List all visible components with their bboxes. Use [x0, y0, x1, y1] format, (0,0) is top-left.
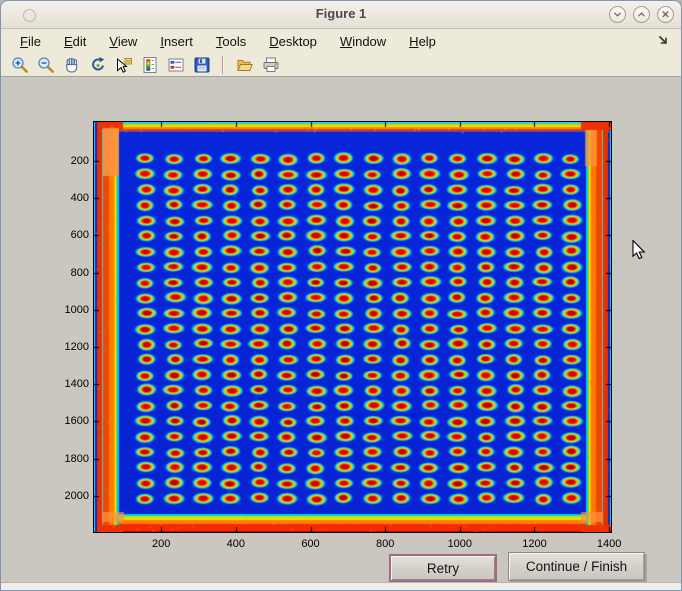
y-tick-label: 800 — [47, 267, 89, 279]
window-controls — [609, 6, 674, 23]
menu-window[interactable]: Window — [335, 32, 391, 51]
retry-button[interactable]: Retry — [389, 554, 497, 582]
pan-icon[interactable] — [62, 55, 81, 74]
figure-image[interactable] — [94, 122, 611, 532]
menu-desktop[interactable]: Desktop — [264, 32, 322, 51]
save-icon[interactable] — [192, 55, 211, 74]
y-tick-label: 600 — [47, 229, 89, 241]
menu-file[interactable]: File — [15, 32, 46, 51]
axes — [93, 121, 612, 533]
continue-finish-button[interactable]: Continue / Finish — [508, 552, 645, 581]
print-icon[interactable] — [261, 55, 280, 74]
rotate-3d-icon[interactable] — [88, 55, 107, 74]
toolbar — [1, 53, 681, 77]
y-tick-label: 1600 — [47, 415, 89, 427]
colorbar-icon[interactable] — [140, 55, 159, 74]
x-tick-label: 400 — [214, 538, 258, 550]
y-tick-label: 400 — [47, 192, 89, 204]
toolbar-separator — [222, 56, 224, 74]
menu-bar: File Edit View Insert Tools Desktop Window Help — [1, 29, 681, 53]
dock-arrow-icon[interactable] — [655, 32, 671, 48]
y-tick-label: 1400 — [47, 378, 89, 390]
close-icon — [658, 7, 673, 22]
window-title: Figure 1 — [1, 6, 681, 21]
x-tick-label: 200 — [139, 538, 183, 550]
title-bar: Figure 1 — [1, 1, 681, 29]
zoom-in-icon[interactable] — [10, 55, 29, 74]
maximize-button[interactable] — [633, 6, 650, 23]
data-cursor-icon[interactable] — [114, 55, 133, 74]
window-bottom-edge — [1, 582, 681, 590]
y-tick-label: 1800 — [47, 453, 89, 465]
figure-window: Figure 1 File Edit View Insert Tools Desktop W… — [0, 0, 682, 591]
x-tick-label: 600 — [289, 538, 333, 550]
x-tick-label: 1400 — [587, 538, 631, 550]
menu-insert[interactable]: Insert — [155, 32, 198, 51]
menu-tools[interactable]: Tools — [211, 32, 251, 51]
chevron-down-icon — [610, 7, 625, 22]
zoom-out-icon[interactable] — [36, 55, 55, 74]
x-tick-label: 1200 — [512, 538, 556, 550]
y-tick-label: 2000 — [47, 490, 89, 502]
chevron-up-icon — [634, 7, 649, 22]
menu-edit[interactable]: Edit — [59, 32, 91, 51]
y-tick-label: 200 — [47, 155, 89, 167]
x-tick-label: 1000 — [438, 538, 482, 550]
y-tick-label: 1000 — [47, 304, 89, 316]
x-tick-label: 800 — [363, 538, 407, 550]
close-button[interactable] — [657, 6, 674, 23]
minimize-button[interactable] — [609, 6, 626, 23]
menu-view[interactable]: View — [104, 32, 142, 51]
y-tick-label: 1200 — [47, 341, 89, 353]
menu-help[interactable]: Help — [404, 32, 441, 51]
open-icon[interactable] — [235, 55, 254, 74]
legend-icon[interactable] — [166, 55, 185, 74]
